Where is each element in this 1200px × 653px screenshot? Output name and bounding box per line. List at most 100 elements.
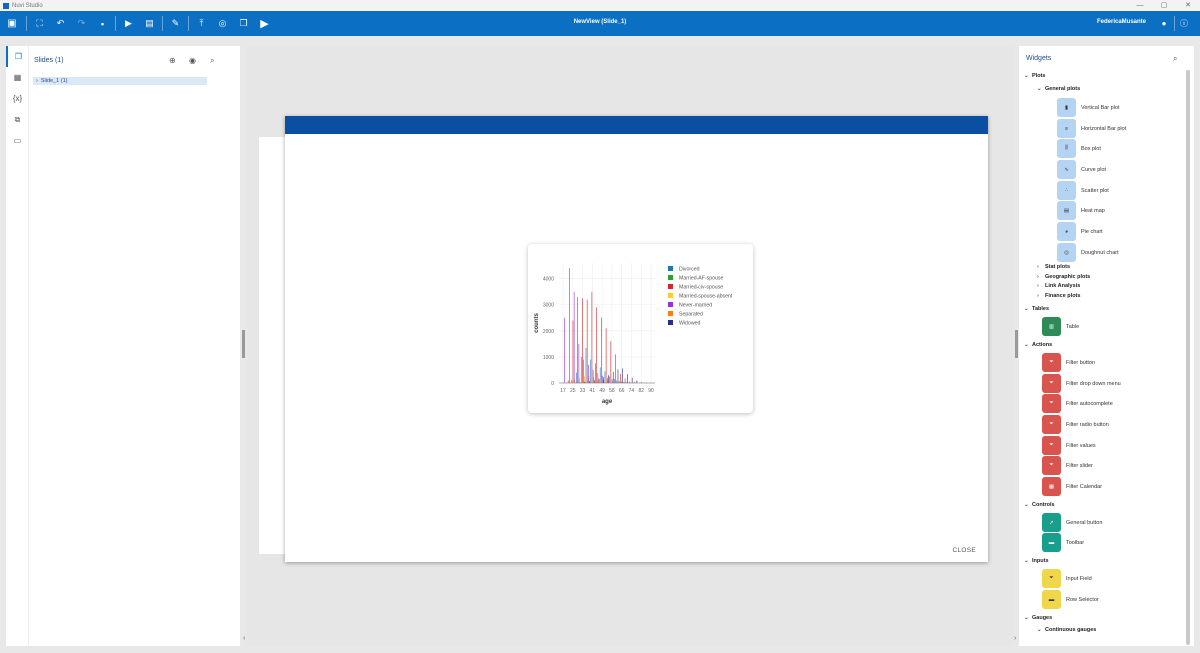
bar xyxy=(574,379,576,383)
hide-icon[interactable]: ◉ xyxy=(189,56,196,65)
bar xyxy=(612,372,614,383)
widget-toolbar[interactable]: ▬ Toolbar xyxy=(1042,533,1084,552)
subsection-continuous-gauges[interactable]: ⌄ Continuous gauges xyxy=(1037,627,1096,633)
subsection-finance-plots[interactable]: › Finance plots xyxy=(1037,293,1080,299)
widget-filter-slider[interactable]: ⏷ Filter slider xyxy=(1042,456,1093,475)
scrollbar-thumb[interactable] xyxy=(1186,70,1190,645)
section-gauges[interactable]: ⌄ Gauges xyxy=(1024,615,1052,621)
filter-slider-icon: ⏷ xyxy=(1042,456,1061,475)
bar xyxy=(579,377,580,383)
widget-filter-autocomplete[interactable]: ⏷ Filter autocomplete xyxy=(1042,394,1113,413)
collapse-left-icon[interactable]: ‹ xyxy=(243,635,245,642)
account-icon[interactable]: ● xyxy=(1157,16,1171,30)
widget-label: Filter autocomplete xyxy=(1066,400,1113,407)
maximize-button[interactable]: ▢ xyxy=(1152,0,1176,11)
document-rail-icon[interactable]: ▭ xyxy=(6,130,29,151)
bar xyxy=(611,382,612,383)
toolbar-divider xyxy=(1174,16,1175,31)
left-rail: ❐ ▦ {x} ⧉ ▭ xyxy=(6,46,29,646)
widget-doughnut-chart[interactable]: ◎ Doughnut chart xyxy=(1057,243,1119,262)
preview-icon[interactable]: ▤ xyxy=(139,13,160,34)
y-tick-label: 4000 xyxy=(543,277,554,283)
right-splitter-handle[interactable] xyxy=(1015,330,1018,358)
chevron-down-icon: ⌄ xyxy=(1024,342,1029,348)
section-tables[interactable]: ⌄ Tables xyxy=(1024,306,1049,312)
target-icon[interactable]: ◎ xyxy=(212,13,233,34)
bar xyxy=(566,382,568,383)
section-plots[interactable]: ⌄ Plots xyxy=(1024,73,1045,79)
bar xyxy=(586,299,588,383)
widget-label: Heat map xyxy=(1081,207,1105,214)
widget-label: Input Field xyxy=(1066,575,1092,582)
slide-header-band xyxy=(285,116,988,134)
logo-icon[interactable]: ▣ xyxy=(0,11,24,36)
widget-horizontal-bar-plot[interactable]: ≡ Horizontal Bar plot xyxy=(1057,119,1126,138)
undo-icon[interactable]: ↶ xyxy=(50,13,71,34)
filter-calendar-icon: ▦ xyxy=(1042,477,1061,496)
close-button[interactable]: CLOSE xyxy=(952,547,976,554)
slide-list-item[interactable]: › Slide_1 (1) xyxy=(33,77,207,85)
bar xyxy=(588,376,590,383)
bar xyxy=(641,382,642,383)
subsection-link-analysis[interactable]: › Link Analysis xyxy=(1037,283,1080,289)
redo-icon[interactable]: ↷ xyxy=(71,13,92,34)
widget-curve-plot[interactable]: ∿ Curve plot xyxy=(1057,160,1106,179)
bar xyxy=(609,376,610,383)
fit-screen-icon[interactable]: ⛶ xyxy=(29,13,50,34)
bar-chart: 0 1000 2000 3000 4000 17 25 33 41 49 58 66 74 82 90 age… xyxy=(534,263,733,405)
collapse-right-icon[interactable]: › xyxy=(1014,635,1016,642)
widget-filter-radio[interactable]: ⏷ Filter radio button xyxy=(1042,415,1109,434)
close-window-button[interactable]: ✕ xyxy=(1176,0,1200,11)
play-icon[interactable]: ▶ xyxy=(254,13,275,34)
widget-pie-chart[interactable]: ◕ Pie chart xyxy=(1057,222,1103,241)
section-actions[interactable]: ⌄ Actions xyxy=(1024,342,1052,348)
widget-box-plot[interactable]: ⫼ Box plot xyxy=(1057,139,1101,158)
wrench-icon[interactable]: ✎ xyxy=(165,13,186,34)
section-label: Plots xyxy=(1032,73,1046,79)
widget-general-button[interactable]: ➚ General button xyxy=(1042,513,1102,532)
subsection-geographic-plots[interactable]: › Geographic plots xyxy=(1037,274,1090,280)
widget-row-selector[interactable]: ▬ Row Selector xyxy=(1042,590,1099,609)
bar xyxy=(573,291,575,383)
search-icon[interactable]: ⌕ xyxy=(210,56,214,66)
section-inputs[interactable]: ⌄ Inputs xyxy=(1024,558,1049,564)
x-tick-label: 41 xyxy=(590,388,596,394)
widget-scatter-plot[interactable]: ∴ Scatter plot xyxy=(1057,181,1109,200)
upload-icon[interactable]: ⤒ xyxy=(191,13,212,34)
widget-input-field[interactable]: ⏷ Input Field xyxy=(1042,569,1092,588)
widget-filter-calendar[interactable]: ▦ Filter Calendar xyxy=(1042,477,1102,496)
x-tick-label: 66 xyxy=(619,388,625,394)
chart-widget[interactable]: 0 1000 2000 3000 4000 17 25 33 41 49 58 66 74 82 90 age… xyxy=(528,244,753,413)
widget-label: Filter Calendar xyxy=(1066,483,1103,490)
bar xyxy=(596,381,598,383)
add-slide-icon[interactable]: ⊕ xyxy=(169,56,176,65)
cube-icon[interactable]: ❒ xyxy=(233,13,254,34)
subsection-general-plots[interactable]: ⌄ General plots xyxy=(1037,86,1080,92)
minimize-button[interactable]: — xyxy=(1128,0,1152,11)
table-rail-icon[interactable]: ▦ xyxy=(6,67,29,88)
subsection-stat-plots[interactable]: › Stat plots xyxy=(1037,264,1070,270)
legend-swatch xyxy=(668,266,673,271)
search-icon[interactable]: ⌕ xyxy=(1173,54,1177,64)
info-icon[interactable]: ⓘ xyxy=(1177,16,1191,30)
widget-filter-values[interactable]: ⏷ Filter values xyxy=(1042,436,1096,455)
save-icon[interactable]: ▪ xyxy=(92,13,113,34)
legend-entry: Married-AF-spouse xyxy=(679,276,724,282)
widget-vertical-bar-plot[interactable]: ▮ Vertical Bar plot xyxy=(1057,98,1120,117)
bar xyxy=(617,382,618,383)
widget-table[interactable]: ▥ Table xyxy=(1042,317,1079,336)
left-splitter-handle[interactable] xyxy=(242,330,245,358)
section-controls[interactable]: ⌄ Controls xyxy=(1024,502,1055,508)
widget-filter-dropdown[interactable]: ⏷ Filter drop down menu xyxy=(1042,374,1121,393)
variables-rail-icon[interactable]: {x} xyxy=(6,88,29,109)
bar xyxy=(589,381,590,383)
slides-rail-icon[interactable]: ❐ xyxy=(6,46,29,67)
present-icon[interactable]: ▶ xyxy=(118,13,139,34)
layers-rail-icon[interactable]: ⧉ xyxy=(6,109,29,130)
bar xyxy=(577,296,578,383)
chevron-right-icon: › xyxy=(1037,274,1039,280)
legend-swatch xyxy=(668,311,673,316)
window-title-bar: Nuvi Studio — ▢ ✕ xyxy=(0,0,1200,11)
widget-filter-button[interactable]: ⏷ Filter button xyxy=(1042,353,1095,372)
widget-heat-map[interactable]: ▤ Heat map xyxy=(1057,201,1105,220)
